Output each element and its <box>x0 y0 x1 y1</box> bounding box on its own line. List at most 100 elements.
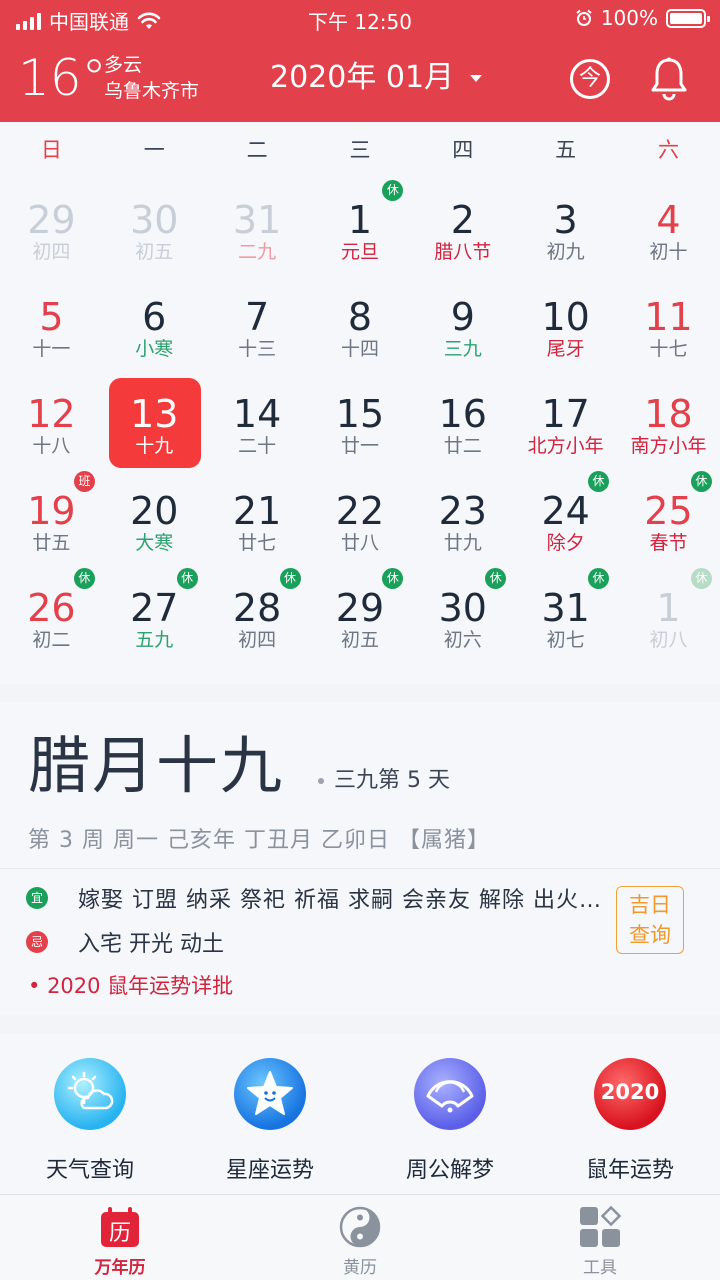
calendar-day[interactable]: 20 大寒 <box>103 483 206 580</box>
day-number: 14 <box>232 392 282 436</box>
workday-badge: 班 <box>73 471 95 492</box>
day-number: 29 <box>27 198 76 242</box>
ji-text: 入宅 开光 动土 <box>78 932 224 957</box>
tool-label: 星座运势 <box>225 1158 314 1183</box>
calendar-day[interactable]: 18 南方小年 <box>617 386 720 483</box>
calendar-day[interactable]: 27 五九 休 <box>103 568 206 677</box>
yi-row[interactable]: 宜 嫁娶 订盟 纳采 祭祀 祈福 求嗣 会亲友 解除 出火 安床 <box>26 882 608 914</box>
calendar-day[interactable]: 10 尾牙 <box>514 289 617 386</box>
calendar-day[interactable]: 12 十八 <box>0 386 103 483</box>
lunar-day-label: 廿二 <box>443 435 482 457</box>
calendar-day[interactable]: 11 十七 <box>617 289 720 386</box>
good-day-label-2: 查询 <box>629 923 671 947</box>
day-number: 11 <box>644 295 693 339</box>
lunar-day-label: 十四 <box>340 338 379 360</box>
temperature[interactable]: 16° <box>18 50 107 106</box>
good-day-search-button[interactable]: 吉日 查询 <box>616 886 684 954</box>
calendar-day[interactable]: 28 初四 休 <box>206 568 309 677</box>
day-number: 26 <box>27 586 76 630</box>
calendar-week-row: 26 初二休 27 五九休 28 初四休 29 初五休 30 初六休 31 初七 休 1 初八休 <box>0 568 720 677</box>
calendar-day[interactable]: 30 初六休 <box>411 568 514 677</box>
rat-year-icon: 2020 <box>594 1058 666 1130</box>
calendar-day[interactable]: 1 元旦休 <box>309 180 412 289</box>
alarm-icon <box>576 9 592 26</box>
day-number: 5 <box>39 295 64 339</box>
calendar-day[interactable]: 6 小寒 <box>103 289 206 386</box>
calendar-grid: 29 初四 30 初五 31 二九 1 元旦休 2 腊八节 3 初九 4 初十 5 十一 6 小寒 7 十三 8 十四 9 三… <box>0 180 720 677</box>
ganzhi-line: 第 3 周 周一 己亥年 丁丑月 乙卯日 【属猪】 <box>28 828 490 853</box>
fan-icon <box>414 1058 486 1130</box>
calendar-day[interactable]: 29 初四 <box>0 192 103 289</box>
day-number: 7 <box>245 295 270 339</box>
holiday-badge: 休 <box>588 471 610 492</box>
calendar-day[interactable]: 17 北方小年 <box>514 386 617 483</box>
lunar-day-label: 二九 <box>238 241 277 263</box>
day-number: 31 <box>541 586 590 630</box>
tab-almanac[interactable]: 黄历 <box>240 1195 480 1280</box>
calendar-day[interactable]: 7 十三 <box>206 289 309 386</box>
lunar-day-label: 除夕 <box>546 532 585 554</box>
ji-row[interactable]: 忌 入宅 开光 动土 <box>26 926 224 958</box>
tool-label: 周公解梦 <box>405 1158 494 1183</box>
tool-weather[interactable]: 天气查询 <box>0 1034 180 1194</box>
tool-shortcuts: 天气查询 星座运势 周公解梦 2020 鼠年运势 <box>0 1034 720 1194</box>
calendar-day[interactable]: 25 春节 休 <box>617 471 720 580</box>
holiday-badge: 休 <box>176 568 198 589</box>
calendar-day[interactable]: 3 初九 <box>514 192 617 289</box>
calendar-day[interactable]: 1 初八 休 <box>617 568 720 677</box>
tool-horoscope[interactable]: 星座运势 <box>180 1034 360 1194</box>
calendar-day[interactable]: 16 廿二 <box>411 386 514 483</box>
calendar-day[interactable]: 31 二九 <box>206 192 309 289</box>
day-number: 18 <box>644 392 693 436</box>
tool-label: 天气查询 <box>45 1158 134 1183</box>
calendar-day[interactable]: 24 除夕 休 <box>514 471 617 580</box>
calendar-day[interactable]: 22 廿八 <box>309 483 412 580</box>
calendar-day[interactable]: 2 腊八节 <box>411 192 514 289</box>
lunar-day-label: 元旦 <box>340 241 379 263</box>
calendar-day[interactable]: 31 初七 休 <box>514 568 617 677</box>
weekday-label: 日 <box>40 138 62 162</box>
tool-label: 鼠年运势 <box>585 1158 674 1183</box>
weather-icon <box>54 1058 126 1130</box>
calendar-day[interactable]: 29 初五休 <box>309 568 412 677</box>
calendar-day[interactable]: 30 初五 <box>103 192 206 289</box>
weekday-label: 三 <box>349 138 371 162</box>
fortune-link[interactable]: 2020 鼠年运势详批 <box>28 970 233 1000</box>
tab-bar: 历 万年历 黄历 工具 <box>0 1194 720 1280</box>
calendar-day[interactable]: 8 十四 <box>309 289 412 386</box>
star-icon <box>234 1058 306 1130</box>
calendar-day[interactable]: 19 廿五 班 <box>0 471 103 580</box>
calendar-day[interactable]: 15 廿一 <box>309 386 412 483</box>
tab-calendar[interactable]: 历 万年历 <box>0 1195 240 1280</box>
weather-summary[interactable]: 多云 乌鲁木齐市 <box>104 52 199 104</box>
calendar-day[interactable]: 26 初二 休 <box>0 568 103 677</box>
today-button[interactable]: 今 <box>570 59 610 99</box>
tab-tools[interactable]: 工具 <box>480 1195 720 1280</box>
bell-icon[interactable] <box>648 56 690 102</box>
calendar-day[interactable]: 21 廿七 <box>206 483 309 580</box>
day-number: 13 <box>130 392 179 436</box>
calendar-day[interactable]: 4 初十 <box>617 192 720 289</box>
calendar-day[interactable]: 23 廿九 <box>411 483 514 580</box>
calendar-day[interactable]: 9 三九 <box>411 289 514 386</box>
lunar-day-label: 初七 <box>546 629 585 651</box>
lunar-day-label: 十三 <box>238 338 277 360</box>
calendar-week-row: 19 廿五班 20 大寒 21 廿七 22 廿八 23 廿九 24 除夕 休 25 春节休 <box>0 471 720 580</box>
calendar-day[interactable]: 14 二十 <box>206 386 309 483</box>
calendar-day-selected[interactable]: 13 十九 <box>103 378 206 483</box>
day-number: 24 <box>541 489 590 533</box>
day-number: 19 <box>27 489 76 533</box>
tool-rat-year[interactable]: 2020 鼠年运势 <box>540 1034 720 1194</box>
tool-dream[interactable]: 周公解梦 <box>360 1034 540 1194</box>
calendar-week-row: 5 十一 6 小寒 7 十三 8 十四 9 三九 10 尾牙 11 十七 <box>0 289 720 386</box>
battery-icon <box>666 8 710 28</box>
day-number: 22 <box>335 489 385 533</box>
month-picker[interactable]: 2020年 01月 <box>270 58 483 98</box>
calendar-day[interactable]: 5 十一 <box>0 289 103 386</box>
day-number: 30 <box>130 198 179 242</box>
day-number: 1 <box>656 586 681 630</box>
day-number: 23 <box>438 489 487 533</box>
holiday-badge: 休 <box>588 568 610 589</box>
day-number: 6 <box>142 295 167 339</box>
lunar-day-label: 十八 <box>32 435 71 457</box>
